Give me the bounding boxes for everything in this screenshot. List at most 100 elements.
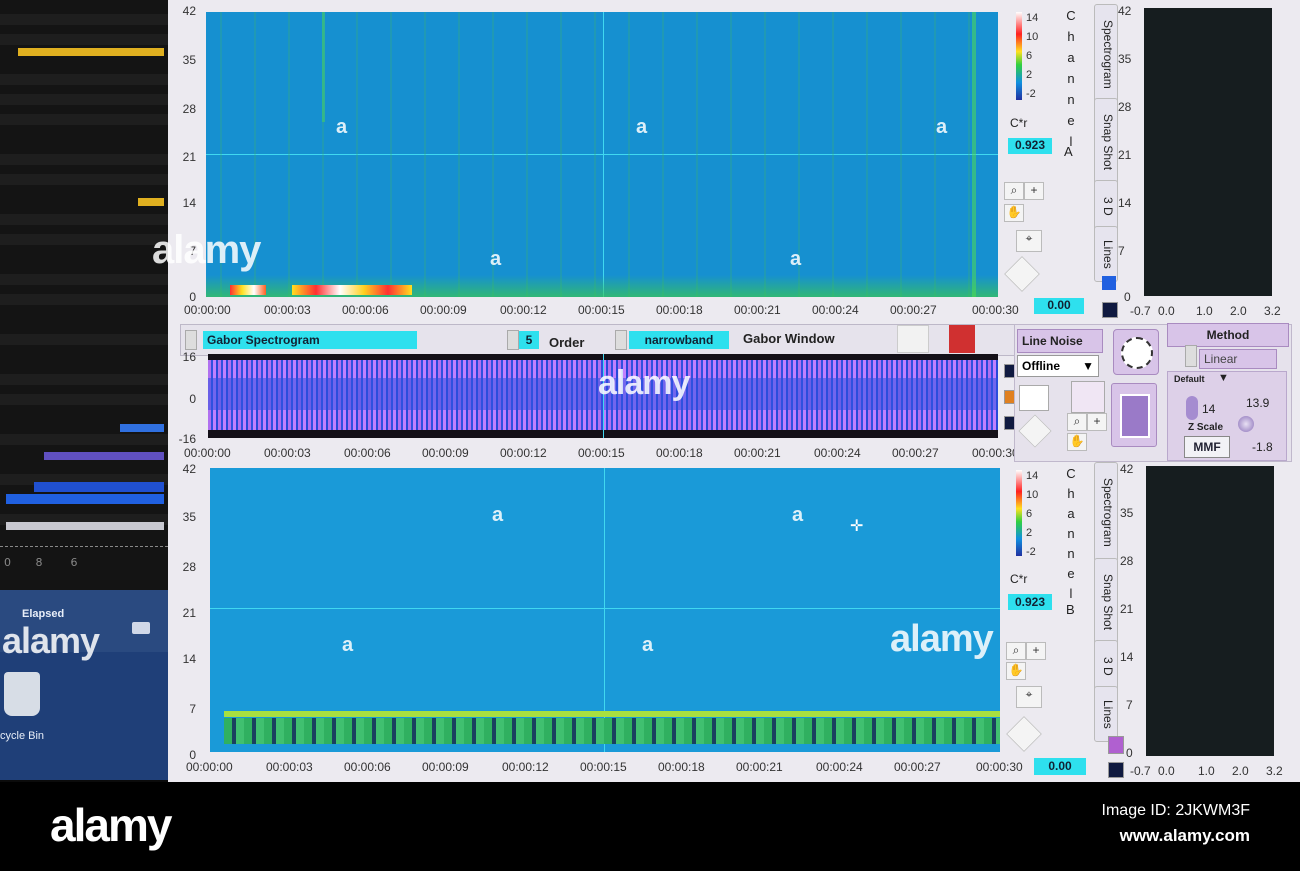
y-tick: 0	[1124, 290, 1131, 304]
tab-3d[interactable]: 3 D	[1094, 640, 1118, 692]
zscale-knob[interactable]	[1238, 416, 1254, 432]
bottom-cr-value[interactable]: 0.923	[1008, 594, 1052, 610]
refresh-icon	[1121, 337, 1153, 369]
mmf-button[interactable]: MMF	[1184, 436, 1230, 458]
x-tick: 00:00:27	[892, 446, 939, 460]
hand-icon[interactable]: ✋	[1004, 204, 1024, 222]
x-tick: 00:00:30	[972, 446, 1019, 460]
hand-icon[interactable]: ✋	[1006, 662, 1026, 680]
y-tick: 42	[182, 4, 196, 18]
bottom-end-value[interactable]: 0.00	[1034, 758, 1086, 775]
top-snapshot-panel[interactable]	[1144, 8, 1272, 296]
line-style-icon[interactable]	[1108, 762, 1124, 778]
footer-bar: alamy Image ID: 2JKWM3F www.alamy.com	[0, 782, 1300, 871]
x-tick: 1.0	[1196, 304, 1213, 318]
top-cr-value[interactable]: 0.923	[1008, 138, 1052, 154]
colorbar-tick: -2	[1026, 546, 1036, 558]
pan-diamond-icon[interactable]	[1006, 716, 1042, 752]
x-tick: 00:00:27	[890, 303, 937, 317]
method-stepper[interactable]	[1185, 345, 1197, 367]
x-tick: 00:00:09	[422, 760, 469, 774]
order-value[interactable]: 5	[519, 331, 539, 349]
tab-snap-shot[interactable]: Snap Shot	[1094, 558, 1118, 646]
mode-stepper[interactable]	[185, 330, 197, 350]
channel-char: a	[1067, 506, 1075, 521]
track-bar-gray	[6, 522, 164, 530]
line-noise-select[interactable]: Offline ▼	[1017, 355, 1099, 377]
tab-lines[interactable]: Lines	[1094, 226, 1118, 282]
window-select[interactable]: narrowband	[629, 331, 729, 349]
x-tick: 00:00:18	[658, 760, 705, 774]
waveform-plot[interactable]: alamy	[208, 354, 998, 438]
x-tick: 00:00:03	[264, 303, 311, 317]
cursor-icon[interactable]: ⌖	[1016, 230, 1042, 252]
colorbar-tick: -2	[1026, 88, 1036, 100]
hand-icon[interactable]: ✋	[1067, 433, 1087, 451]
recycle-bin-icon[interactable]	[4, 672, 40, 716]
colorbar-tick: 6	[1026, 508, 1033, 520]
top-end-value[interactable]: 0.00	[1034, 298, 1084, 314]
colorbar-tick: 2	[1026, 69, 1033, 81]
y-tick: 14	[182, 652, 196, 666]
y-tick: 7	[1126, 698, 1133, 712]
warning-icon[interactable]	[949, 325, 975, 353]
window-stepper[interactable]	[615, 330, 627, 350]
apply-button[interactable]	[1111, 383, 1157, 447]
crosshair-icon[interactable]: +	[1024, 182, 1044, 200]
watermark: a	[642, 634, 653, 656]
monitor-icon[interactable]	[132, 622, 150, 634]
crosshair-icon[interactable]: +	[1087, 413, 1107, 431]
top-spectrogram-plot[interactable]: a a a a a	[206, 12, 998, 297]
tab-snap-shot[interactable]: Snap Shot	[1094, 98, 1118, 186]
default-select[interactable]: Default ▼	[1174, 372, 1232, 388]
display-toggle-icon[interactable]	[1019, 385, 1049, 411]
zscale-stepper[interactable]	[1186, 396, 1198, 420]
zoom-icon[interactable]: ⌕	[1004, 182, 1024, 200]
cursor-icon[interactable]: ⌖	[1016, 686, 1042, 708]
footer-url: www.alamy.com	[1119, 826, 1250, 845]
line-noise-toggle[interactable]	[1113, 329, 1159, 375]
pattern-icon[interactable]	[1071, 381, 1105, 413]
tab-spectrogram[interactable]: Spectrogram	[1094, 462, 1118, 562]
pan-diamond-icon[interactable]	[1004, 256, 1040, 292]
zoom-icon[interactable]: ⌕	[1067, 413, 1087, 431]
line-style-icon[interactable]	[1102, 302, 1118, 318]
tab-3d[interactable]: 3 D	[1094, 180, 1118, 232]
zoom-icon[interactable]: ⌕	[1006, 642, 1026, 660]
y-tick: 42	[1118, 4, 1132, 18]
top-cr-label: C*r	[1010, 116, 1028, 130]
ruler-label: 0 8 6	[4, 556, 78, 569]
color-swatch[interactable]	[1102, 276, 1116, 290]
x-tick: 00:00:15	[578, 303, 625, 317]
pan-diamond-icon[interactable]	[1018, 414, 1052, 448]
tab-spectrogram[interactable]: Spectrogram	[1094, 4, 1118, 104]
zscale-value[interactable]: 14	[1202, 402, 1215, 416]
window-shape-icon[interactable]	[897, 325, 929, 353]
bottom-spectrogram-plot[interactable]: a a a a alamy ✛	[210, 468, 1000, 752]
line-noise-panel: Line Noise Offline ▼ Method Linear ⌕ + ✋…	[1014, 323, 1292, 462]
line-noise-select-value: Offline	[1022, 359, 1060, 373]
x-tick: 0.0	[1158, 304, 1175, 318]
tab-lines[interactable]: Lines	[1094, 686, 1118, 742]
x-tick: 00:00:21	[734, 303, 781, 317]
watermark: a	[792, 504, 803, 526]
colorbar-tick: 2	[1026, 527, 1033, 539]
y-tick: 7	[1118, 244, 1125, 258]
crosshair-icon[interactable]: +	[1026, 642, 1046, 660]
bottom-snapshot-panel[interactable]	[1146, 466, 1274, 756]
y-tick: 28	[182, 560, 196, 574]
channel-char: a	[1067, 50, 1075, 65]
top-colorbar	[1016, 12, 1022, 100]
x-tick: 00:00:09	[422, 446, 469, 460]
x-tick: 00:00:21	[736, 760, 783, 774]
order-stepper[interactable]	[507, 330, 519, 350]
method-select[interactable]: Linear	[1199, 349, 1277, 369]
mouse-cursor-icon: ✛	[850, 518, 864, 535]
timeline-ruler	[0, 546, 168, 553]
footer-brand: alamy	[50, 799, 172, 851]
channel-char: e	[1067, 113, 1075, 128]
bottom-y-axis: 42 35 28 21 14 7 0	[170, 462, 202, 762]
energy-burst	[292, 285, 412, 295]
x-tick: 00:00:24	[816, 760, 863, 774]
mode-select[interactable]: Gabor Spectrogram	[203, 331, 417, 349]
